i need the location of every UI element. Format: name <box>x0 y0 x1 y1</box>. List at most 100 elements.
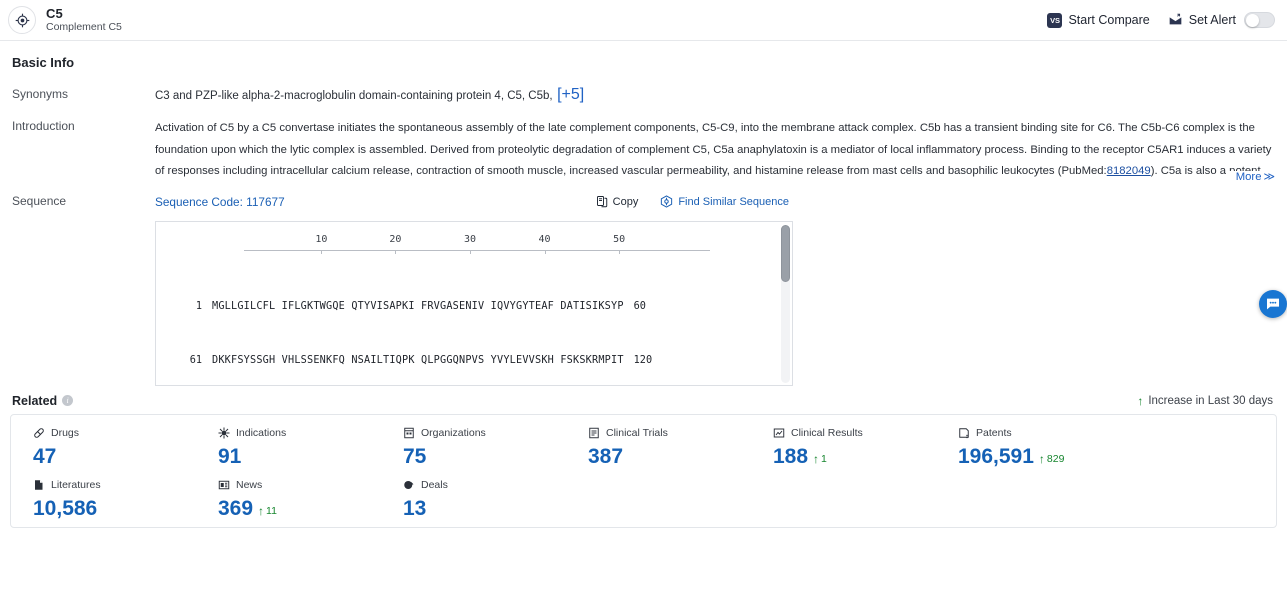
metric-value-wrap: 188 ↑ 1 <box>773 445 936 469</box>
arrow-up-icon: ↑ <box>258 503 265 518</box>
find-similar-icon <box>660 195 673 208</box>
more-label: More <box>1235 170 1262 183</box>
sequence-label: Sequence <box>12 193 67 208</box>
synonyms-more-link[interactable]: [+5] <box>557 86 584 103</box>
start-compare-button[interactable]: VS Start Compare <box>1047 12 1150 28</box>
metric-value: 47 <box>33 444 57 468</box>
metric-value-wrap: 47 <box>33 445 196 469</box>
sequence-ruler: 10 20 30 40 50 <box>244 234 710 256</box>
find-similar-sequence-button[interactable]: Find Similar Sequence <box>660 195 789 208</box>
sequence-inner: 10 20 30 40 50 1 MGLLGILCFL IFLGKTWGQE Q… <box>156 222 792 385</box>
synonyms-label: Synonyms <box>12 87 69 101</box>
metric-value: 10,586 <box>33 496 98 520</box>
metric-value-wrap: 75 <box>403 445 566 469</box>
patent-icon <box>958 427 970 439</box>
metric-clinical-trials[interactable]: Clinical Trials 387 <box>566 425 751 469</box>
deal-icon <box>403 479 415 491</box>
metric-head: Drugs <box>33 425 196 441</box>
bell-alert-icon <box>1168 13 1183 27</box>
arrow-up-icon: ↑ <box>813 451 820 466</box>
metric-head: News <box>218 477 381 493</box>
metric-head: Organizations <box>403 425 566 441</box>
sequence-header: Sequence Code: 117677 Copy Find Similar … <box>155 193 1277 211</box>
literature-icon <box>33 479 45 491</box>
pill-icon <box>33 427 45 439</box>
increase-legend-label: Increase in Last 30 days <box>1148 394 1273 407</box>
metric-deals[interactable]: Deals 13 <box>381 477 566 521</box>
sequence-scrollbar-thumb[interactable] <box>781 224 790 282</box>
metric-literatures[interactable]: Literatures 10,586 <box>11 477 196 521</box>
metric-value: 75 <box>403 444 427 468</box>
metric-value: 369 <box>218 496 254 520</box>
metric-label: News <box>236 478 263 491</box>
building-icon <box>403 427 415 439</box>
ruler-tick-40: 40 <box>538 233 551 245</box>
sequence-start-index: 1 <box>195 300 202 312</box>
ruler-mark-20 <box>395 249 397 254</box>
metric-patents[interactable]: Patents 196,591 ↑ 829 <box>936 425 1121 469</box>
sequence-scrollbar[interactable] <box>781 224 790 383</box>
introduction-body: Activation of C5 by a C5 convertase init… <box>155 118 1287 318</box>
ruler-tick-20: 20 <box>389 233 402 245</box>
metric-delta-value: 1 <box>821 452 827 465</box>
introduction-text: Activation of C5 by a C5 convertase init… <box>155 118 1277 183</box>
metric-organizations[interactable]: Organizations 75 <box>381 425 566 469</box>
metric-label: Clinical Results <box>791 426 863 439</box>
sequence-viewer[interactable]: 10 20 30 40 50 1 MGLLGILCFL IFLGKTWGQE Q… <box>155 220 793 386</box>
synonyms-body: C3 and PZP-like alpha-2-macroglobulin do… <box>155 86 1277 104</box>
introduction-more-button[interactable]: More ≫ <box>1225 170 1275 183</box>
synonyms-row: Synonyms C3 and PZP-like alpha-2-macrogl… <box>10 86 1277 104</box>
metric-head: Deals <box>403 477 566 493</box>
main-content: Basic Info Synonyms C3 and PZP-like alph… <box>0 41 1287 528</box>
metric-news[interactable]: News 369 ↑ 11 <box>196 477 381 521</box>
page-root: C5 Complement C5 VS Start Compare Set Al… <box>0 0 1287 597</box>
metric-label: Indications <box>236 426 287 439</box>
metric-delta-value: 829 <box>1046 452 1065 465</box>
sequence-start-index: 61 <box>189 354 202 366</box>
info-icon[interactable]: i <box>62 395 74 406</box>
metric-head: Clinical Trials <box>588 425 751 441</box>
copy-button[interactable]: Copy <box>596 195 639 208</box>
metric-delta: ↑ 11 <box>258 504 277 518</box>
sequence-line: 61 DKKFSYSSGH VHLSSENKFQ NSAILTIQPK QLPGG… <box>156 352 792 370</box>
metric-head: Patents <box>958 425 1121 441</box>
sequence-residues: MGLLGILCFL IFLGKTWGQE QTYVISAPKI FRVGASE… <box>212 300 624 312</box>
metric-value: 188 <box>773 444 809 468</box>
pubmed-link[interactable]: 8182049 <box>1107 165 1151 177</box>
sequence-residues: DKKFSYSSGH VHLSSENKFQ NSAILTIQPK QLPGGQN… <box>212 354 624 366</box>
news-icon <box>218 479 230 491</box>
metric-head: Clinical Results <box>773 425 936 441</box>
target-icon <box>8 6 36 34</box>
metric-label: Deals <box>421 478 448 491</box>
metric-head: Indications <box>218 425 381 441</box>
toggle-knob <box>1246 13 1259 27</box>
metric-value-wrap: 10,586 <box>33 497 196 521</box>
synonyms-value: C3 and PZP-like alpha-2-macroglobulin do… <box>155 90 553 102</box>
set-alert-control[interactable]: Set Alert <box>1168 12 1275 28</box>
sequence-body: Sequence Code: 117677 Copy Find Similar … <box>155 193 1277 386</box>
metric-value-wrap: 13 <box>403 497 566 521</box>
ruler-line <box>244 249 710 251</box>
ruler-tick-50: 50 <box>613 233 626 245</box>
top-header-bar: C5 Complement C5 VS Start Compare Set Al… <box>0 0 1287 41</box>
metric-value-wrap: 369 ↑ 11 <box>218 497 381 521</box>
start-compare-label: Start Compare <box>1068 13 1150 27</box>
virus-icon <box>218 427 230 439</box>
introduction-row: Introduction Activation of C5 by a C5 co… <box>10 118 1287 318</box>
metric-drugs[interactable]: Drugs 47 <box>11 425 196 469</box>
set-alert-toggle[interactable] <box>1244 12 1275 28</box>
metric-label: Clinical Trials <box>606 426 668 439</box>
ruler-mark-40 <box>544 249 546 254</box>
metric-indications[interactable]: Indications 91 <box>196 425 381 469</box>
entity-title-block: C5 Complement C5 <box>46 7 122 34</box>
arrow-up-icon: ↑ <box>1038 451 1045 466</box>
chat-bubble-icon[interactable] <box>1259 290 1287 318</box>
sequence-row: Sequence Sequence Code: 117677 Copy Find… <box>10 193 1277 386</box>
page-title: C5 <box>46 5 63 21</box>
copy-icon <box>596 195 608 208</box>
metric-value-wrap: 196,591 ↑ 829 <box>958 445 1121 469</box>
metric-clinical-results[interactable]: Clinical Results 188 ↑ 1 <box>751 425 936 469</box>
copy-label: Copy <box>612 195 639 208</box>
metric-label: Drugs <box>51 426 80 439</box>
sequence-code[interactable]: Sequence Code: 117677 <box>155 195 285 209</box>
